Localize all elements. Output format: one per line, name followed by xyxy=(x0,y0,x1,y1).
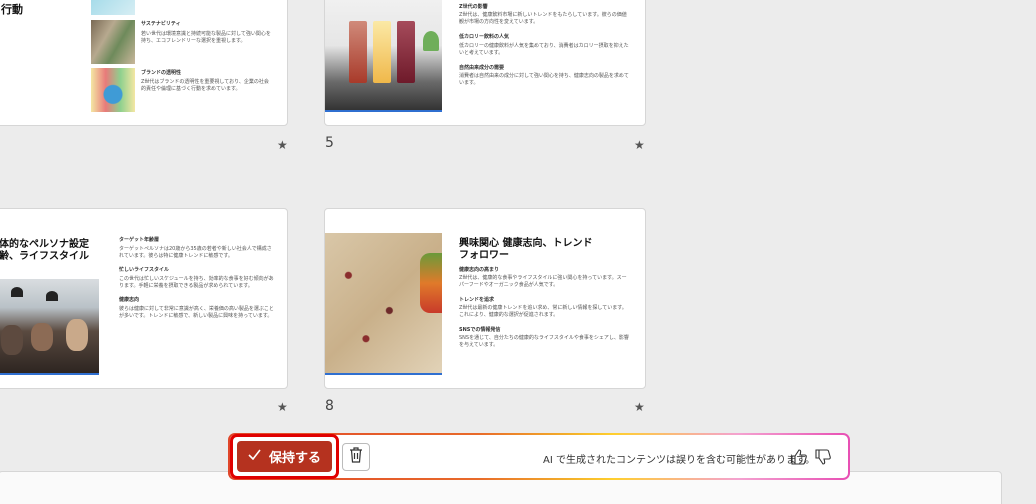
item-body: Z世代は最新の健康トレンドを追い求め、常に新しい情報を探しています。これにより、… xyxy=(459,305,627,318)
slide-title-line2: 齢、ライフスタイル xyxy=(0,251,89,262)
item-body: 消費者は自然由来の成分に対して強い関心を持ち、健康志向の製品を求めています。 xyxy=(459,73,629,86)
favorite-star-icon[interactable]: ★ xyxy=(634,138,645,152)
item-body: SNSを通じて、自分たちの健康的なライフスタイルや食事をシェアし、影響を与えてい… xyxy=(459,335,629,348)
item-heading: 忙しいライフスタイル xyxy=(119,267,170,273)
favorite-star-icon[interactable]: ★ xyxy=(277,400,288,414)
slide-accent-bar xyxy=(325,110,442,112)
item-heading: 低カロリー飲料の人気 xyxy=(459,34,510,40)
thumbs-down-icon[interactable] xyxy=(814,448,832,466)
checkmark-icon xyxy=(248,449,261,464)
item-heading: 自然由来成分の需要 xyxy=(459,65,505,71)
slide-number: 5 xyxy=(325,135,334,151)
thumbs-up-icon[interactable] xyxy=(790,448,808,466)
item-heading: トレンドを追求 xyxy=(459,297,495,303)
item-body: ターゲットペルソナは20歳から35歳の若者や新しい社会人で構成されています。彼ら… xyxy=(119,246,272,259)
slide-accent-bar xyxy=(325,373,442,375)
item-body: 低カロリーの健康飲料が人気を集めており、消費者はカロリー摂取を抑えたいと考えてい… xyxy=(459,43,629,56)
item-body: Z世代は、健康的な食事やライフスタイルに強い関心を持っています。スーパーフードや… xyxy=(459,275,627,288)
item-body: 彼らは健康に対して非常に意識が高く、栄養価の高い製品を選ぶことが多いです。トレン… xyxy=(119,306,274,319)
item-body: Z世代はブランドの透明性を重要視しており、企業の社会的責任や倫理に基づく行動を求… xyxy=(141,79,269,92)
item-heading: ターゲット年齢層 xyxy=(119,237,160,243)
slide-thumbnail-5[interactable]: Z世代の影響 Z世代は、健康飲料市場に新しいトレンドをもたらしています。彼らの価… xyxy=(324,0,646,126)
item-body: この世代は忙しいスケジュールを持ち、効率的な食事を好む傾向があります。手軽に栄養… xyxy=(119,276,274,289)
keep-button[interactable]: 保持する xyxy=(237,441,332,472)
slide-thumbnail-8[interactable]: 興味関心 健康志向、トレンド フォロワー 健康志向の高まり Z世代は、健康的な食… xyxy=(324,208,646,389)
item-heading: SNSでの情報発信 xyxy=(459,327,501,333)
slide-image-cafe xyxy=(0,279,99,374)
slide-accent-bar xyxy=(0,373,99,375)
slide-number: 8 xyxy=(325,398,334,414)
favorite-star-icon[interactable]: ★ xyxy=(277,138,288,152)
slide-image-juices xyxy=(325,0,442,112)
item-heading: サステナビリティ xyxy=(141,21,181,27)
slide-title-line2: フォロワー xyxy=(459,250,509,261)
favorite-star-icon[interactable]: ★ xyxy=(634,400,645,414)
slide-image-sustainability xyxy=(91,20,135,64)
delete-button[interactable] xyxy=(342,443,370,471)
slide-title: 行動 xyxy=(1,3,23,16)
toolbar-body: 保持する AI で生成されたコンテンツは誤りを含む可能性があります。 xyxy=(230,434,848,479)
slide-image-grains xyxy=(325,233,442,374)
item-body: 若い世代は環境意識と持続可能な製品に対して強い関心を持ち、エコフレンドリーな選択… xyxy=(141,31,271,44)
item-heading: Z世代の影響 xyxy=(459,4,488,10)
item-heading: 健康志向の高まり xyxy=(459,267,500,273)
slide-thumbnail-7[interactable]: 体的なペルソナ設定 齢、ライフスタイル ターゲット年齢層 ターゲットペルソナは2… xyxy=(0,208,288,389)
trash-icon xyxy=(349,447,363,467)
slide-image-brand xyxy=(91,68,135,112)
item-body: Z世代は、健康飲料市場に新しいトレンドをもたらしています。彼らの価値観が市場の方… xyxy=(459,12,627,25)
item-heading: 健康志向 xyxy=(119,297,140,303)
ai-disclaimer-text: AI で生成されたコンテンツは誤りを含む可能性があります。 xyxy=(543,455,815,466)
keep-button-label: 保持する xyxy=(268,451,321,466)
ai-action-toolbar: 保持する AI で生成されたコンテンツは誤りを含む可能性があります。 xyxy=(228,433,850,480)
keep-button-highlight: 保持する xyxy=(230,434,339,479)
item-heading: ブランドの透明性 xyxy=(141,70,182,76)
slide-thumbnail-4[interactable]: 行動 サステナビリティ 若い世代は環境意識と持続可能な製品に対して強い関心を持ち… xyxy=(0,0,288,126)
slide-image-top xyxy=(91,0,135,15)
